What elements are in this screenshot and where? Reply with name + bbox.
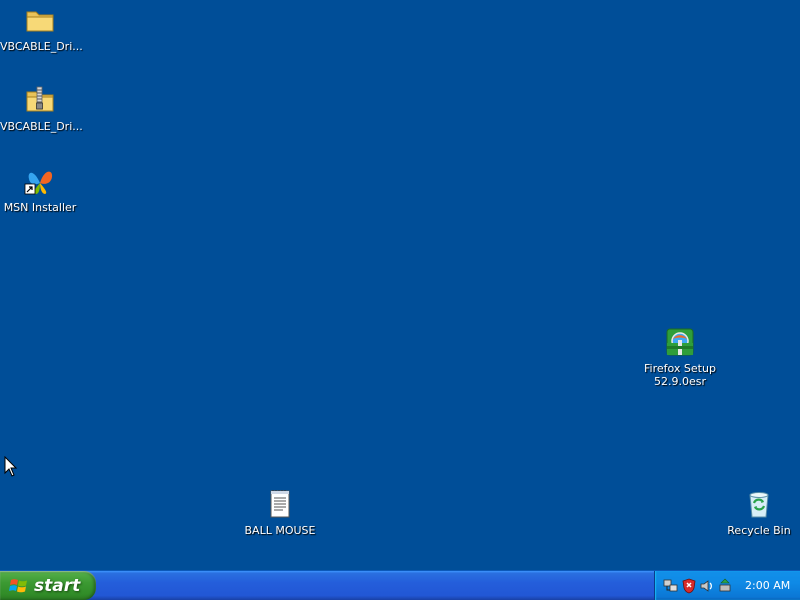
speaker-icon[interactable] (699, 578, 715, 594)
desktop-icon-ball-mouse[interactable]: BALL MOUSE (240, 488, 320, 537)
taskbar: start 2:00 AM (0, 570, 800, 600)
desktop: VBCABLE_Dri... VBCABLE_Dri... MSN Instal… (0, 0, 800, 570)
network-icon[interactable] (663, 578, 679, 594)
desktop-icon-vbcable-folder[interactable]: VBCABLE_Dri... (0, 4, 83, 53)
msn-butterfly-shortcut-icon (24, 171, 53, 195)
windows-flag-icon (9, 578, 27, 592)
installer-package-icon (666, 328, 694, 356)
desktop-icon-label: Recycle Bin (727, 524, 791, 537)
security-shield-icon[interactable] (681, 578, 697, 594)
recycle-bin-icon (749, 492, 769, 518)
desktop-icon-label: Firefox Setup 52.9.0esr (644, 362, 716, 388)
desktop-icon-recycle-bin[interactable]: Recycle Bin (719, 488, 799, 537)
mouse-pointer-icon (4, 456, 18, 477)
text-document-icon (270, 490, 290, 518)
safely-remove-hardware-icon[interactable] (717, 578, 733, 594)
desktop-icon-firefox-setup[interactable]: Firefox Setup 52.9.0esr (640, 326, 720, 388)
zip-folder-icon (26, 86, 54, 112)
desktop-icon-label: VBCABLE_Dri... (0, 40, 83, 53)
desktop-icon-label: MSN Installer (3, 201, 77, 214)
folder-icon (26, 11, 54, 32)
desktop-icon-label: BALL MOUSE (244, 524, 316, 537)
start-label: start (34, 575, 81, 596)
desktop-icon-vbcable-zip[interactable]: VBCABLE_Dri... (0, 84, 83, 133)
desktop-icon-msn-installer[interactable]: MSN Installer (0, 165, 80, 214)
system-tray: 2:00 AM (654, 571, 800, 600)
desktop-icon-label: VBCABLE_Dri... (0, 120, 83, 133)
start-button[interactable]: start (0, 571, 96, 600)
clock[interactable]: 2:00 AM (745, 579, 790, 592)
